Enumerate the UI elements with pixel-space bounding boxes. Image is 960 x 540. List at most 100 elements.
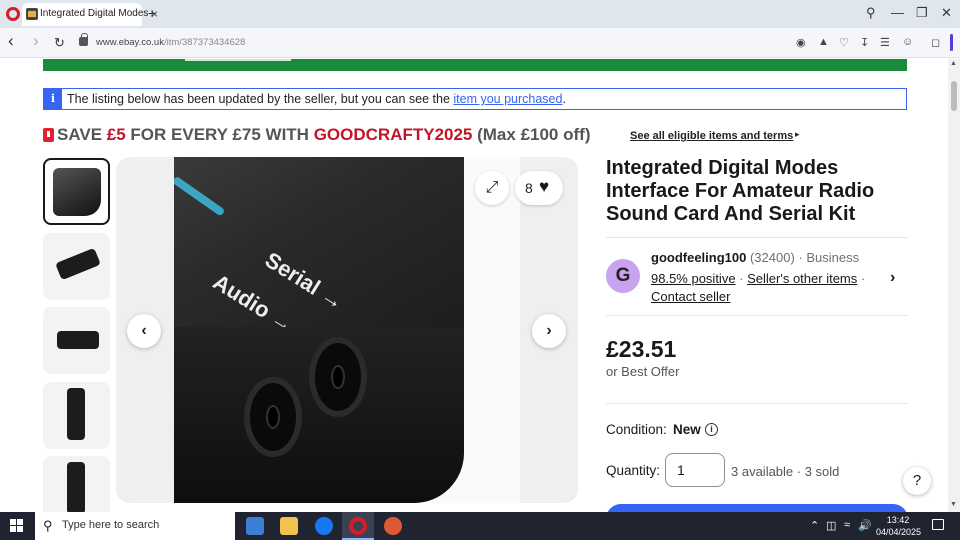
jack-hole <box>266 405 280 429</box>
product-photo: Serial → Audio → <box>174 157 520 503</box>
windows-taskbar: ⚲ Type here to search ⌃ ◫ ≈ 🔊 13:42 04/0… <box>0 512 960 540</box>
notification-icon[interactable] <box>932 519 944 530</box>
shield-icon[interactable]: ▲ <box>818 36 829 48</box>
opera-icon <box>349 517 367 535</box>
expand-icon[interactable]: ⤢ <box>475 171 509 205</box>
messenger-icon[interactable] <box>315 517 333 535</box>
new-tab-button[interactable]: + <box>148 5 156 21</box>
main-image-viewer[interactable]: Serial → Audio → ⤢ 8 ♥ ‹ › <box>116 157 578 503</box>
promo-arrow-icon: ▸ <box>795 129 800 139</box>
promo-save: SAVE <box>57 125 107 144</box>
thumbnail-1[interactable] <box>43 158 110 225</box>
seller-name-row: goodfeeling100 (32400) · Business <box>651 250 859 265</box>
serial-jack <box>309 337 367 417</box>
tray-device-icon[interactable]: ◫ <box>826 519 836 532</box>
green-banner <box>43 59 907 71</box>
notice-text-before: The listing below has been updated by th… <box>67 92 454 106</box>
volume-icon[interactable]: 🔊 <box>858 519 872 532</box>
thumbnail-image <box>53 168 101 216</box>
device-front <box>174 327 464 503</box>
promo-amount: £5 <box>106 125 126 144</box>
lock-icon[interactable] <box>79 33 88 46</box>
scroll-up-icon[interactable]: ▲ <box>950 60 957 67</box>
thumbnail-2[interactable] <box>43 233 110 300</box>
help-button[interactable]: ? <box>903 467 931 495</box>
duckduckgo-icon[interactable] <box>384 517 402 535</box>
windows-start-icon[interactable] <box>10 519 24 533</box>
thumbnail-3[interactable] <box>43 307 110 374</box>
thumbnail-image <box>55 247 101 281</box>
divider <box>606 315 908 316</box>
taskbar-opera-button[interactable] <box>342 512 374 540</box>
seller-other-items-link[interactable]: Seller's other items <box>747 271 857 286</box>
url-host: www.ebay.co.uk <box>96 37 164 48</box>
audio-jack <box>244 377 302 457</box>
condition-label: Condition: <box>606 422 667 437</box>
thumbnail-image <box>67 388 85 440</box>
listing-title: Integrated Digital Modes Interface For A… <box>606 157 875 225</box>
heart-outline-icon[interactable]: ♡ <box>839 36 849 49</box>
tab-favicon-icon <box>26 8 38 20</box>
clock-date: 04/04/2025 <box>876 527 922 537</box>
heart-icon: ♥ <box>539 177 550 196</box>
watch-button[interactable]: 8 ♥ <box>515 171 563 205</box>
reload-button[interactable]: ↻ <box>54 35 65 51</box>
browser-search-icon[interactable]: ⚲ <box>866 5 876 21</box>
sidebar-accent <box>950 34 953 51</box>
coupon-icon <box>43 128 54 142</box>
scroll-thumb[interactable] <box>951 81 957 111</box>
watch-count: 8 <box>525 180 533 196</box>
condition-info-icon[interactable]: i <box>705 423 718 436</box>
minimize-button[interactable]: — <box>891 5 904 20</box>
previous-image-button[interactable]: ‹ <box>127 314 161 348</box>
forward-button[interactable]: › <box>33 31 39 51</box>
info-icon: i <box>44 89 62 109</box>
scroll-down-icon[interactable]: ▼ <box>950 501 957 508</box>
notice-text-after: . <box>562 92 566 106</box>
chevron-right-icon[interactable]: › <box>890 269 895 287</box>
close-window-button[interactable]: ✕ <box>941 5 952 21</box>
maximize-button[interactable]: ❐ <box>916 5 928 21</box>
thumbnail-image <box>57 331 99 349</box>
menu-icon[interactable]: ☰ <box>880 36 890 49</box>
item-purchased-link[interactable]: item you purchased <box>453 92 562 106</box>
profile-icon[interactable]: ☺ <box>902 36 913 48</box>
separator: · <box>735 271 748 286</box>
green-banner-button[interactable] <box>185 59 291 61</box>
download-icon[interactable]: ↧ <box>860 36 869 49</box>
seller-meta: (32400) · Business <box>746 250 860 265</box>
promo-max: (Max £100 off) <box>472 125 591 144</box>
task-view-icon[interactable] <box>246 517 264 535</box>
separator: · <box>857 271 866 286</box>
taskbar-search-box[interactable]: ⚲ Type here to search <box>35 512 235 540</box>
contact-seller-link[interactable]: Contact seller <box>651 289 730 304</box>
camera-icon[interactable]: ◉ <box>796 36 806 49</box>
seller-name[interactable]: goodfeeling100 <box>651 250 746 265</box>
wifi-icon[interactable]: ≈ <box>844 519 850 531</box>
cube-icon[interactable]: ◻ <box>931 36 940 49</box>
thumbnail-4[interactable] <box>43 382 110 449</box>
quantity-label: Quantity: <box>606 463 661 478</box>
url-field[interactable]: www.ebay.co.uk/itm/387373434628 <box>96 37 245 48</box>
file-explorer-icon[interactable] <box>280 517 298 535</box>
promo-banner: SAVE £5 FOR EVERY £75 WITH GOODCRAFTY202… <box>43 125 923 147</box>
seller-feedback-link[interactable]: 98.5% positive <box>651 271 736 286</box>
seller-avatar[interactable]: G <box>606 259 640 293</box>
quantity-input[interactable] <box>665 453 725 487</box>
tray-up-icon[interactable]: ⌃ <box>810 519 819 532</box>
page-scrollbar[interactable]: ▲ ▼ <box>948 59 960 512</box>
buy-it-now-button[interactable] <box>606 504 908 512</box>
divider <box>606 237 908 238</box>
taskbar-clock[interactable]: 13:42 04/04/2025 <box>876 514 922 538</box>
best-offer-text: or Best Offer <box>606 364 680 379</box>
promo-middle: FOR EVERY £75 WITH <box>125 125 314 144</box>
promo-headline: SAVE £5 FOR EVERY £75 WITH GOODCRAFTY202… <box>57 125 590 145</box>
browser-tab[interactable]: Integrated Digital Modes × <box>22 3 158 26</box>
next-image-button[interactable]: › <box>532 314 566 348</box>
jack-hole <box>331 365 345 389</box>
back-button[interactable]: ‹ <box>8 31 14 51</box>
opera-logo-icon[interactable] <box>6 7 20 21</box>
thumbnail-5[interactable] <box>43 456 110 512</box>
quantity-available: 3 available · 3 sold <box>731 464 840 479</box>
eligible-items-link[interactable]: See all eligible items and terms <box>630 130 793 142</box>
